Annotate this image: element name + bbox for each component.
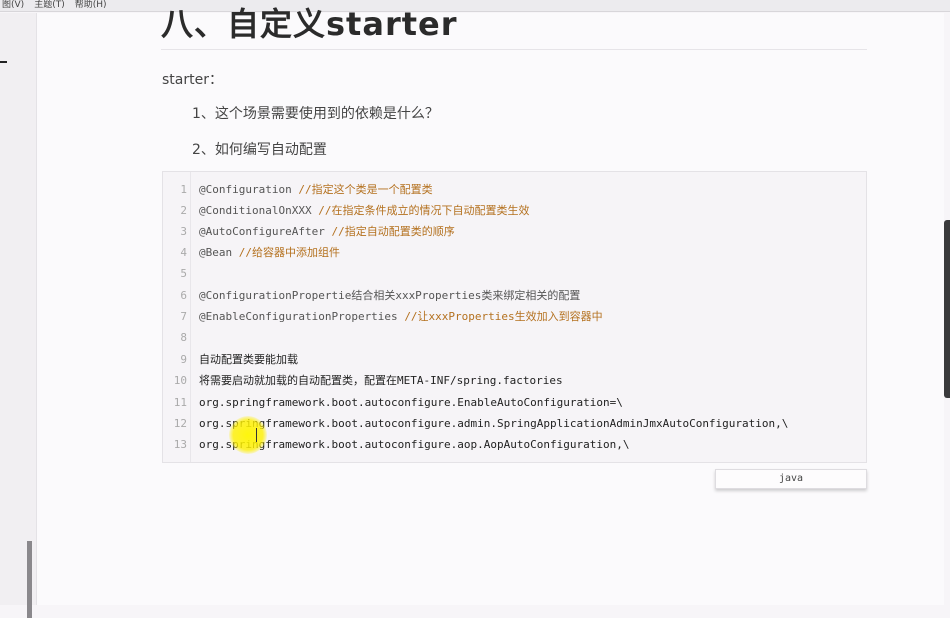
code-line: 13 org.springframework.boot.autoconfigure… bbox=[163, 434, 866, 455]
menu-view[interactable]: 图(V) bbox=[2, 0, 24, 11]
code-text: @Configuration bbox=[199, 183, 299, 196]
code-text: @EnableConfigurationProperties bbox=[199, 310, 405, 323]
document-content: 八、自定义starter starter： 1、这个场景需要使用到的依赖是什么？… bbox=[37, 5, 944, 605]
menu-bar: 图(V) 主题(T) 帮助(H) bbox=[0, 0, 950, 12]
sidebar-toggle-icon[interactable] bbox=[0, 61, 7, 63]
line-number: 13 bbox=[173, 438, 187, 451]
title-divider bbox=[161, 49, 867, 50]
code-text: 将需要启动就加载的自动配置类，配置在META-INF/spring.factor… bbox=[199, 374, 563, 387]
page-title: 八、自定义starter bbox=[161, 5, 458, 43]
line-number: 12 bbox=[173, 417, 187, 430]
code-line: 6 @ConfigurationPropertie结合相关xxxPropertie… bbox=[163, 285, 866, 306]
sidebar bbox=[0, 13, 37, 618]
code-text: org.springframework.boot.autoconfigure.a… bbox=[199, 417, 789, 430]
text-cursor-icon bbox=[256, 428, 257, 442]
sidebar-scrollbar[interactable] bbox=[27, 541, 32, 618]
line-number: 1 bbox=[180, 183, 187, 196]
line-number: 4 bbox=[180, 246, 187, 259]
code-line: 4 @Bean //给容器中添加组件 bbox=[163, 242, 866, 263]
code-comment: //指定自动配置类的顺序 bbox=[331, 225, 455, 238]
code-text: 自动配置类要能加载 bbox=[199, 353, 298, 366]
line-number: 3 bbox=[180, 225, 187, 238]
scrollbar-thumb[interactable] bbox=[944, 220, 950, 398]
menu-help[interactable]: 帮助(H) bbox=[75, 0, 107, 11]
code-comment: //给容器中添加组件 bbox=[238, 246, 340, 259]
line-number: 11 bbox=[173, 396, 187, 409]
code-text: @AutoConfigureAfter bbox=[199, 225, 332, 238]
code-block[interactable]: 1 @Configuration //指定这个类是一个配置类 2 @Conditio… bbox=[162, 171, 867, 463]
cursor-highlight bbox=[229, 416, 267, 454]
code-line: 10 将需要启动就加载的自动配置类，配置在META-INF/spring.fact… bbox=[163, 370, 866, 391]
code-comment: //在指定条件成立的情况下自动配置类生效 bbox=[318, 204, 530, 217]
code-line: 7 @EnableConfigurationProperties //让xxxPr… bbox=[163, 306, 866, 327]
line-number: 8 bbox=[180, 331, 187, 344]
code-line: 5 bbox=[163, 263, 866, 284]
line-number: 6 bbox=[180, 289, 187, 302]
line-number: 2 bbox=[180, 204, 187, 217]
question-1: 1、这个场景需要使用到的依赖是什么？ bbox=[192, 106, 439, 122]
code-language-selector[interactable]: java bbox=[715, 469, 867, 489]
line-number: 5 bbox=[180, 267, 187, 280]
code-line: 1 @Configuration //指定这个类是一个配置类 bbox=[163, 179, 866, 200]
code-line: 9 自动配置类要能加载 bbox=[163, 349, 866, 370]
menu-theme[interactable]: 主题(T) bbox=[34, 0, 65, 11]
code-text: org.springframework.boot.autoconfigure.E… bbox=[199, 396, 623, 409]
code-line: 12 org.springframework.boot.autoconfigure… bbox=[163, 413, 866, 434]
code-comment: //指定这个类是一个配置类 bbox=[298, 183, 433, 196]
question-2: 2、如何编写自动配置 bbox=[192, 142, 327, 158]
code-line: 2 @ConditionalOnXXX //在指定条件成立的情况下自动配置类生效 bbox=[163, 200, 866, 221]
code-line: 3 @AutoConfigureAfter //指定自动配置类的顺序 bbox=[163, 221, 866, 242]
code-text: @ConfigurationPropertie结合相关xxxProperties… bbox=[199, 289, 581, 302]
line-number: 10 bbox=[173, 374, 187, 387]
code-text: @Bean bbox=[199, 246, 239, 259]
code-line: 8 bbox=[163, 327, 866, 348]
starter-label: starter： bbox=[162, 72, 223, 88]
line-number: 7 bbox=[180, 310, 187, 323]
code-line: 11 org.springframework.boot.autoconfigure… bbox=[163, 392, 866, 413]
code-text: @ConditionalOnXXX bbox=[199, 204, 319, 217]
line-number: 9 bbox=[180, 353, 187, 366]
code-comment: //让xxxProperties生效加入到容器中 bbox=[404, 310, 603, 323]
